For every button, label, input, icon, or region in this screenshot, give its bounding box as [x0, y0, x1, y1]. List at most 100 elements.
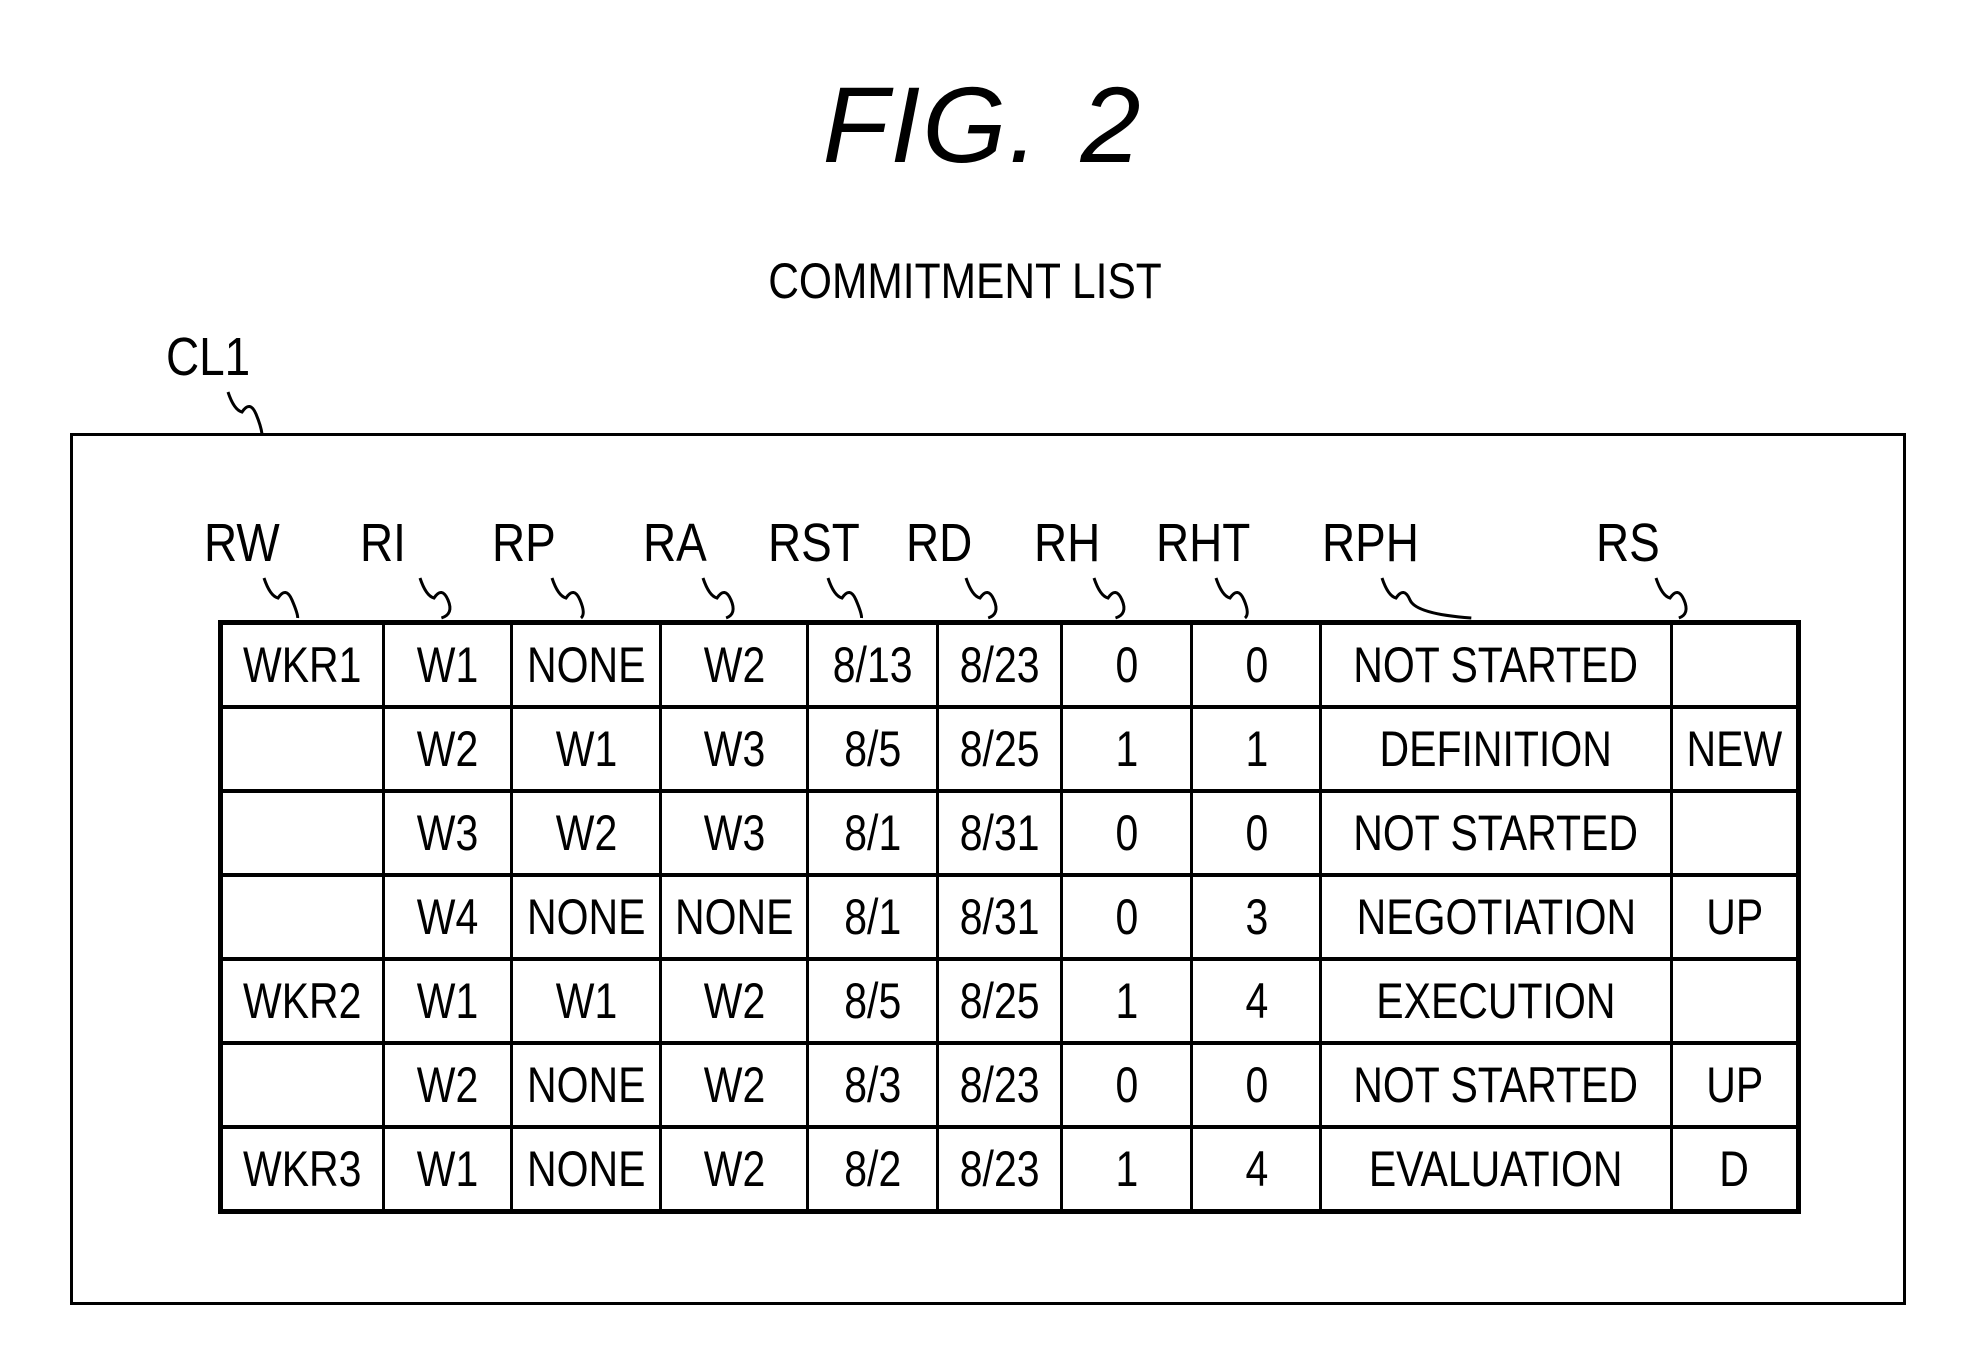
cell-rp: W1	[510, 957, 662, 1045]
cell-rst: 8/5	[806, 705, 940, 793]
cell-value: NONE	[526, 1057, 646, 1113]
cell-value: W4	[416, 889, 479, 945]
cell-value: 8/5	[844, 973, 902, 1029]
cell-rh: 0	[1060, 789, 1194, 877]
table-row: WKR2 W1 W1 W2 8/5 8/25 1 4 EXECUTION	[219, 957, 1800, 1045]
figure-title: FIG. 2	[0, 62, 1965, 187]
cell-ra: W2	[658, 621, 810, 709]
cell-rst: 8/3	[806, 1041, 940, 1129]
cell-value: EXECUTION	[1376, 973, 1616, 1029]
cell-value: W1	[555, 721, 617, 777]
cell-rst: 8/5	[806, 957, 940, 1045]
cell-ri: W2	[382, 1041, 513, 1129]
cell-rph: EXECUTION	[1319, 957, 1673, 1045]
cell-value: UP	[1705, 889, 1763, 945]
cell-rst: 8/1	[806, 789, 940, 877]
cell-rht: 0	[1190, 789, 1323, 877]
table-row: WKR3 W1 NONE W2 8/2 8/23 1 4 EVALUATION D	[219, 1125, 1800, 1213]
cell-ra: W3	[658, 705, 810, 793]
cell-value: 8/25	[960, 973, 1040, 1029]
cell-value: W2	[703, 973, 765, 1029]
column-label-rw: RW	[204, 513, 280, 573]
cell-rd: 8/25	[936, 705, 1064, 793]
cell-ri: W3	[382, 789, 513, 877]
cell-value: 8/5	[844, 721, 902, 777]
cell-rp: NONE	[510, 1125, 662, 1213]
cell-value: 4	[1245, 973, 1268, 1029]
cell-value: NEGOTIATION	[1356, 889, 1636, 945]
cell-ri: W2	[382, 705, 513, 793]
cell-rw	[219, 705, 385, 793]
cell-value: 4	[1245, 1141, 1268, 1197]
cell-ra: W2	[658, 957, 810, 1045]
cell-value: 8/13	[833, 637, 913, 693]
cell-ri: W1	[382, 957, 513, 1045]
cell-value: 1	[1245, 721, 1268, 777]
cell-rph: NOT STARTED	[1319, 789, 1673, 877]
table-row: W2 NONE W2 8/3 8/23 0 0 NOT STARTED UP	[219, 1041, 1800, 1129]
column-label-rst: RST	[768, 513, 860, 573]
cell-rph: NEGOTIATION	[1319, 873, 1673, 961]
cell-value: W1	[416, 1141, 479, 1197]
cell-value: 0	[1245, 805, 1268, 861]
cell-value: 8/2	[844, 1141, 902, 1197]
cell-value: NOT STARTED	[1353, 1057, 1639, 1113]
cell-value: 0	[1115, 805, 1139, 861]
column-label-ra: RA	[643, 513, 707, 573]
cell-value: W1	[555, 973, 617, 1029]
cell-rw: WKR2	[219, 957, 385, 1045]
cell-rht: 4	[1190, 957, 1323, 1045]
column-label-rd: RD	[906, 513, 973, 573]
cell-rw	[219, 873, 385, 961]
cell-rph: EVALUATION	[1319, 1125, 1673, 1213]
cell-rs	[1669, 621, 1800, 709]
table-row: W4 NONE NONE 8/1 8/31 0 3 NEGOTIATION UP	[219, 873, 1800, 961]
cell-value: NONE	[675, 889, 794, 945]
cell-rht: 1	[1190, 705, 1323, 793]
cell-value: 0	[1115, 889, 1139, 945]
cell-value: 8/1	[844, 805, 902, 861]
cell-value: 0	[1115, 1057, 1139, 1113]
cell-value: W2	[703, 637, 765, 693]
cell-value: W2	[703, 1141, 765, 1197]
cell-value: W1	[416, 637, 479, 693]
cell-rp: W2	[510, 789, 662, 877]
cell-rht: 0	[1190, 1041, 1323, 1129]
cell-value: W2	[416, 1057, 479, 1113]
cell-value: EVALUATION	[1369, 1141, 1623, 1197]
cell-rph: NOT STARTED	[1319, 1041, 1673, 1129]
cell-value: WKR2	[243, 973, 362, 1029]
cell-value: W2	[555, 805, 617, 861]
cell-value: 0	[1245, 1057, 1268, 1113]
reference-label-cl1: CL1	[166, 327, 251, 387]
cell-rd: 8/23	[936, 621, 1064, 709]
cell-value: 8/23	[960, 1141, 1040, 1197]
cell-rst: 8/2	[806, 1125, 940, 1213]
cell-rd: 8/23	[936, 1125, 1064, 1213]
cell-rs: D	[1669, 1125, 1800, 1213]
table-row: W3 W2 W3 8/1 8/31 0 0 NOT STARTED	[219, 789, 1800, 877]
cell-value: W3	[703, 721, 765, 777]
column-label-rht: RHT	[1156, 513, 1251, 573]
cell-rph: NOT STARTED	[1319, 621, 1673, 709]
cell-rp: W1	[510, 705, 662, 793]
list-title: COMMITMENT LIST	[768, 253, 1162, 309]
cell-value: NONE	[526, 1141, 646, 1197]
cell-rs: UP	[1669, 1041, 1800, 1129]
column-label-rs: RS	[1596, 513, 1660, 573]
cell-value: 1	[1115, 721, 1139, 777]
cell-value: 1	[1115, 1141, 1139, 1197]
cell-rd: 8/23	[936, 1041, 1064, 1129]
cell-rh: 0	[1060, 1041, 1194, 1129]
cell-ra: W3	[658, 789, 810, 877]
cell-value: 8/3	[844, 1057, 902, 1113]
cell-rs	[1669, 957, 1800, 1045]
cell-rw: WKR1	[219, 621, 385, 709]
cell-value: 8/23	[960, 1057, 1040, 1113]
cell-value: W2	[703, 1057, 765, 1113]
table-row: WKR1 W1 NONE W2 8/13 8/23 0 0 NOT STARTED	[219, 621, 1800, 709]
cell-value: DEFINITION	[1379, 721, 1613, 777]
cell-value: NOT STARTED	[1353, 805, 1639, 861]
cell-value: W1	[416, 973, 479, 1029]
cell-ri: W1	[382, 1125, 513, 1213]
